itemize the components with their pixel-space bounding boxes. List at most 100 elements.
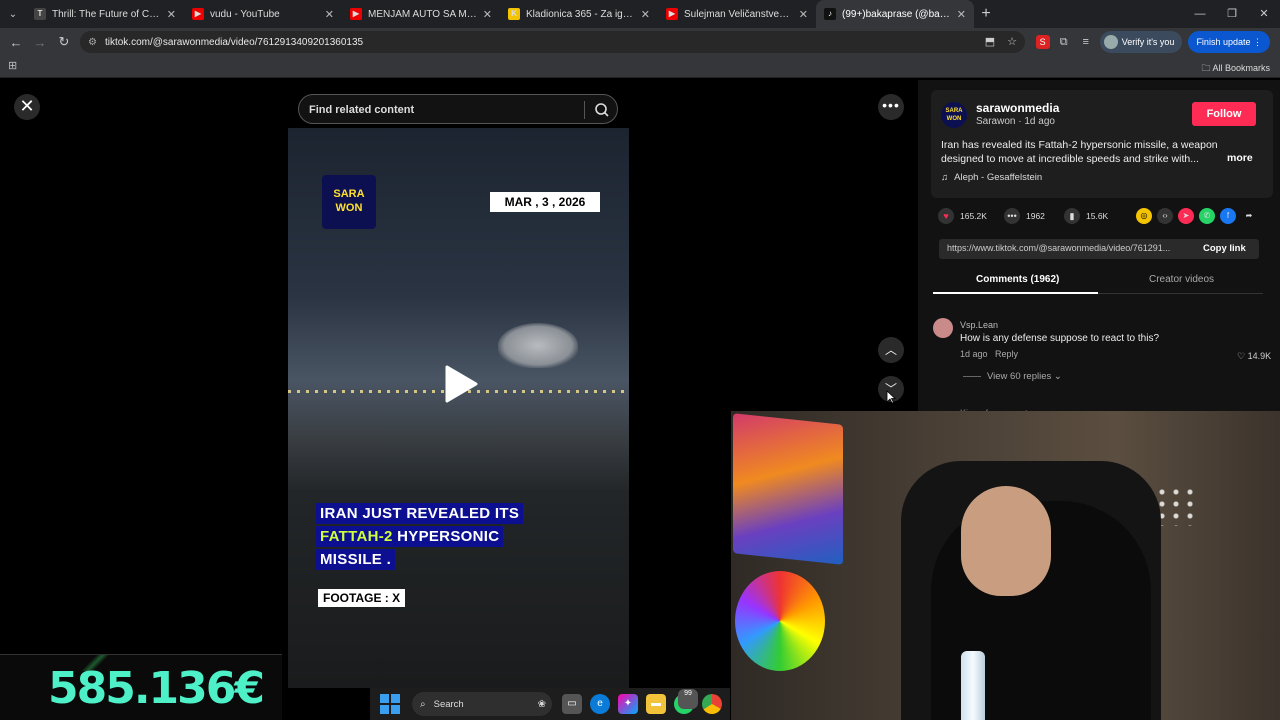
balance-amount: 585.136€ — [48, 663, 265, 714]
coin-share-icon[interactable]: ◎ — [1136, 208, 1152, 224]
tiktok-video-page: ✕ ••• SARA WON MAR , 3 , 2026 IRAN JUST … — [0, 80, 1280, 720]
browser-tab[interactable]: ▶ vudu - YouTube ✕ — [184, 0, 342, 28]
close-tab-icon[interactable]: ✕ — [167, 8, 176, 21]
comment-count: 1962 — [1026, 211, 1045, 221]
verify-label: Verify it's you — [1121, 37, 1175, 47]
all-bookmarks-button[interactable]: 🗀 All Bookmarks — [1201, 61, 1270, 77]
browser-tab[interactable]: ♪ (99+)bakaprase (@bakaprase) | ✕ — [816, 0, 974, 28]
toolbar-right: S ⧉ ≡ Verify it's you Finish update ⋮ — [1035, 31, 1270, 53]
save-button[interactable]: ▮ 15.6K — [1064, 208, 1108, 224]
bookmark-icon: ▮ — [1064, 208, 1080, 224]
taskbar-search[interactable]: ⌕ Search ❀ — [412, 692, 552, 716]
task-view-icon[interactable]: ▭ — [562, 694, 582, 714]
webcam-monitor — [733, 413, 843, 565]
video-info-card: SARA WON sarawonmedia Sarawon · 1d ago F… — [931, 90, 1273, 198]
logo-line1: SARA — [333, 188, 365, 200]
comment-time: 1d ago — [960, 349, 988, 359]
browser-tab-strip: ⌄ T Thrill: The Future of Crypto Casi ✕ ▶ vu… — [0, 0, 1280, 28]
whatsapp-taskbar-icon[interactable]: ✆99 — [674, 689, 698, 714]
search-icon[interactable] — [593, 101, 611, 119]
close-tab-icon[interactable]: ✕ — [799, 8, 808, 21]
tab-search-icon[interactable]: ⌄ — [0, 0, 26, 28]
tab-favicon-icon: K — [508, 8, 520, 20]
comment-like-count: 14.9K — [1247, 351, 1272, 361]
comment-button[interactable]: ••• 1962 — [1004, 208, 1045, 224]
send-to-friends-icon[interactable]: ➤ — [1178, 208, 1194, 224]
address-bar[interactable]: ⚙ tiktok.com/@sarawonmedia/video/7612913… — [80, 31, 1025, 53]
reading-list-icon[interactable]: ≡ — [1078, 36, 1094, 48]
more-description-link[interactable]: more — [1227, 152, 1253, 164]
close-tab-icon[interactable]: ✕ — [483, 8, 492, 21]
view-replies-button[interactable]: View 60 replies ⌄ — [963, 371, 1062, 382]
new-tab-button[interactable]: + — [974, 5, 998, 23]
copilot-icon[interactable]: ✦ — [618, 694, 638, 714]
reply-button[interactable]: Reply — [995, 349, 1018, 359]
browser-tab[interactable]: K Kladionica 365 - Za igru sa drug ✕ — [500, 0, 658, 28]
close-video-button[interactable]: ✕ — [14, 94, 40, 120]
previous-video-button[interactable]: ︿ — [878, 337, 904, 363]
video-link-text[interactable]: https://www.tiktok.com/@sarawonmedia/vid… — [947, 243, 1187, 253]
tab-title: vudu - YouTube — [210, 8, 280, 20]
whatsapp-icon[interactable]: ✆ — [1199, 208, 1215, 224]
tab-comments[interactable]: Comments (1962) — [976, 274, 1059, 285]
commenter-avatar[interactable] — [933, 318, 953, 338]
extensions-puzzle-icon[interactable]: ⧉ — [1056, 36, 1072, 49]
copy-link-button[interactable]: Copy link — [1203, 243, 1246, 254]
restore-icon[interactable]: ❐ — [1216, 0, 1248, 28]
caption-line-3: MISSILE . — [316, 549, 396, 570]
verify-profile-button[interactable]: Verify it's you — [1099, 31, 1183, 53]
tab-favicon-icon: ♪ — [824, 8, 836, 20]
browser-toolbar: ← → ↻ ⚙ tiktok.com/@sarawonmedia/video/7… — [0, 28, 1280, 56]
related-search-bar — [298, 94, 618, 124]
finish-update-label: Finish update — [1196, 37, 1251, 47]
save-count: 15.6K — [1086, 211, 1109, 221]
minimize-icon[interactable]: — — [1184, 0, 1216, 28]
music-title: Aleph - Gesaffelstein — [954, 172, 1043, 183]
windows-start-icon[interactable] — [380, 694, 400, 714]
reload-icon[interactable]: ↻ — [52, 34, 76, 50]
author-name[interactable]: sarawonmedia — [976, 101, 1059, 115]
site-info-icon[interactable]: ⚙ — [88, 37, 97, 48]
like-count: 165.2K — [960, 211, 987, 221]
search-highlight-icon: ❀ — [537, 698, 546, 710]
whatsapp-badge: 99 — [678, 689, 698, 709]
close-window-icon[interactable]: ✕ — [1248, 0, 1280, 28]
finish-update-button[interactable]: Finish update ⋮ — [1188, 31, 1270, 53]
file-explorer-icon[interactable]: ▬ — [646, 694, 666, 714]
close-tab-icon[interactable]: ✕ — [957, 8, 966, 21]
forward-icon[interactable]: → — [28, 35, 52, 50]
commenter-name[interactable]: Vsp.Lean — [960, 320, 998, 330]
video-frame-cloud — [498, 323, 578, 368]
related-search-input[interactable] — [309, 101, 579, 119]
share-arrow-icon[interactable]: ➦ — [1241, 208, 1257, 224]
close-tab-icon[interactable]: ✕ — [325, 8, 334, 21]
mouse-cursor-icon — [886, 390, 896, 404]
embed-code-icon[interactable]: ‹› — [1157, 208, 1173, 224]
comment-like-button[interactable]: ♡ 14.9K — [1237, 351, 1271, 362]
bookmark-star-icon[interactable]: ☆ — [1004, 31, 1020, 53]
avatar-line2: WON — [946, 116, 962, 122]
like-button[interactable]: ♥ 165.2K — [938, 208, 987, 224]
install-app-icon[interactable]: ⬒ — [982, 31, 998, 53]
music-track[interactable]: ♫ Aleph - Gesaffelstein — [941, 172, 1042, 183]
caption-highlight: FATTAH-2 — [320, 528, 393, 545]
facebook-icon[interactable]: f — [1220, 208, 1236, 224]
author-avatar[interactable]: SARA WON — [941, 102, 967, 128]
tab-title: (99+)bakaprase (@bakaprase) | — [842, 8, 951, 20]
browser-tab[interactable]: T Thrill: The Future of Crypto Casi ✕ — [26, 0, 184, 28]
video-player[interactable]: SARA WON MAR , 3 , 2026 IRAN JUST REVEAL… — [288, 128, 629, 688]
more-options-icon[interactable]: ••• — [878, 94, 904, 120]
back-icon[interactable]: ← — [4, 35, 28, 50]
tab-creator-videos[interactable]: Creator videos — [1149, 274, 1214, 285]
close-tab-icon[interactable]: ✕ — [641, 8, 650, 21]
play-icon[interactable] — [443, 364, 479, 404]
apps-grid-icon[interactable]: ⊞ — [8, 59, 17, 72]
chrome-taskbar-icon[interactable] — [702, 694, 722, 714]
webcam-bottle — [961, 651, 985, 720]
browser-tab[interactable]: ▶ Sulejman Veličanstveni Epizoda ✕ — [658, 0, 816, 28]
extension-s-icon[interactable]: S — [1035, 35, 1050, 49]
follow-button[interactable]: Follow — [1192, 102, 1256, 126]
browser-tab[interactable]: ▶ MENJAM AUTO SA MARKOM J ✕ — [342, 0, 500, 28]
edge-icon[interactable]: e — [590, 694, 610, 714]
video-link-box: https://www.tiktok.com/@sarawonmedia/vid… — [939, 239, 1259, 259]
